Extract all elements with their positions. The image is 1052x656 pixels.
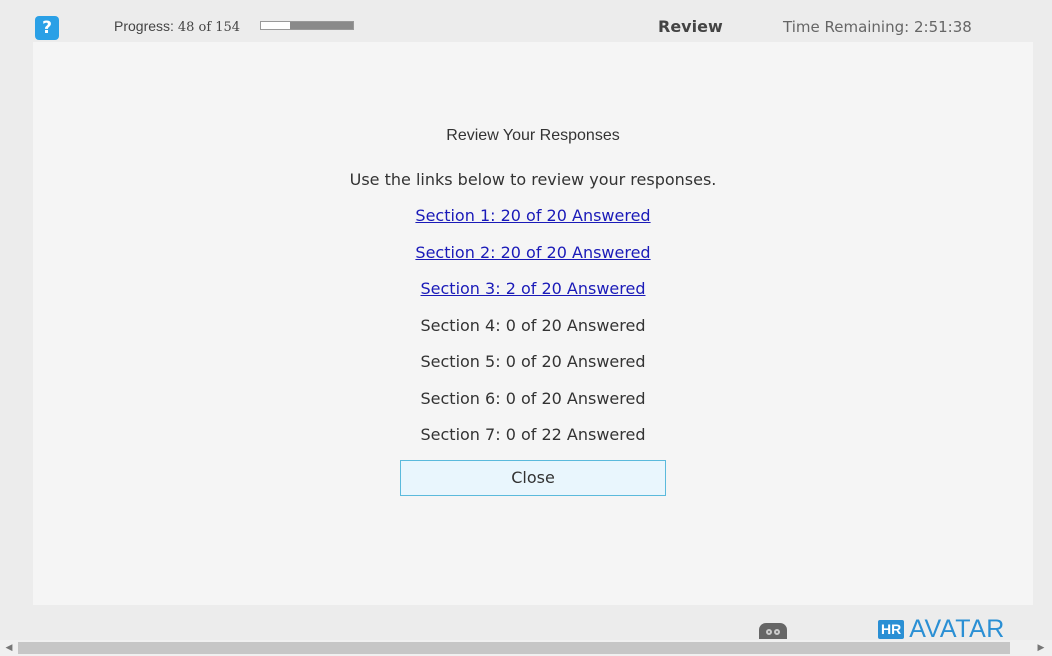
time-remaining-label: Time Remaining: xyxy=(783,18,910,36)
section-list: Section 1: 20 of 20 Answered Section 2: 2… xyxy=(33,205,1033,461)
section-row: Section 2: 20 of 20 Answered xyxy=(33,242,1033,279)
section-row: Section 4: 0 of 20 Answered xyxy=(33,315,1033,352)
progress-label: Progress: xyxy=(114,18,174,34)
logo-mark: HR xyxy=(878,620,905,639)
progress-bar xyxy=(260,21,354,30)
time-remaining-value: 2:51:38 xyxy=(913,18,972,36)
review-instructions: Use the links below to review your respo… xyxy=(349,170,717,189)
section-status: Section 4: 0 of 20 Answered xyxy=(420,315,646,335)
section-row: Section 1: 20 of 20 Answered xyxy=(33,205,1033,242)
progress-bar-fill xyxy=(289,22,353,29)
progress-value: 48 of 154 xyxy=(177,20,241,35)
section-link[interactable]: Section 1: 20 of 20 Answered xyxy=(415,206,650,225)
section-row: Section 5: 0 of 20 Answered xyxy=(33,351,1033,388)
progress-indicator: Progress: 48 of 154 xyxy=(114,18,240,35)
logo-text: AVATAR xyxy=(909,615,1005,641)
page-title: Review xyxy=(658,17,723,36)
review-heading: Review Your Responses xyxy=(446,127,620,144)
scroll-right-arrow-icon[interactable]: ▶ xyxy=(1034,642,1048,654)
scrollbar-thumb[interactable] xyxy=(18,642,1010,654)
help-icon[interactable]: ? xyxy=(35,16,59,40)
section-row: Section 6: 0 of 20 Answered xyxy=(33,388,1033,425)
review-panel: Review Your Responses Use the links belo… xyxy=(33,42,1033,605)
horizontal-scrollbar[interactable]: ◀ ▶ xyxy=(0,640,1052,656)
hr-avatar-logo: HR AVATAR xyxy=(878,615,1005,641)
section-status: Section 7: 0 of 22 Answered xyxy=(420,425,646,444)
section-link[interactable]: Section 2: 20 of 20 Answered xyxy=(415,243,650,262)
scroll-left-arrow-icon[interactable]: ◀ xyxy=(2,642,16,654)
section-status: Section 6: 0 of 20 Answered xyxy=(420,388,646,408)
time-remaining: Time Remaining: 2:51:38 xyxy=(783,18,972,36)
section-row: Section 7: 0 of 22 Answered xyxy=(33,424,1033,461)
section-link[interactable]: Section 3: 2 of 20 Answered xyxy=(421,279,646,298)
close-button[interactable]: Close xyxy=(400,460,666,496)
top-bar: ? Progress: 48 of 154 Review Time Remain… xyxy=(0,8,1052,42)
section-status: Section 5: 0 of 20 Answered xyxy=(420,352,646,371)
accessibility-icon[interactable] xyxy=(759,623,787,639)
section-row: Section 3: 2 of 20 Answered xyxy=(33,278,1033,315)
